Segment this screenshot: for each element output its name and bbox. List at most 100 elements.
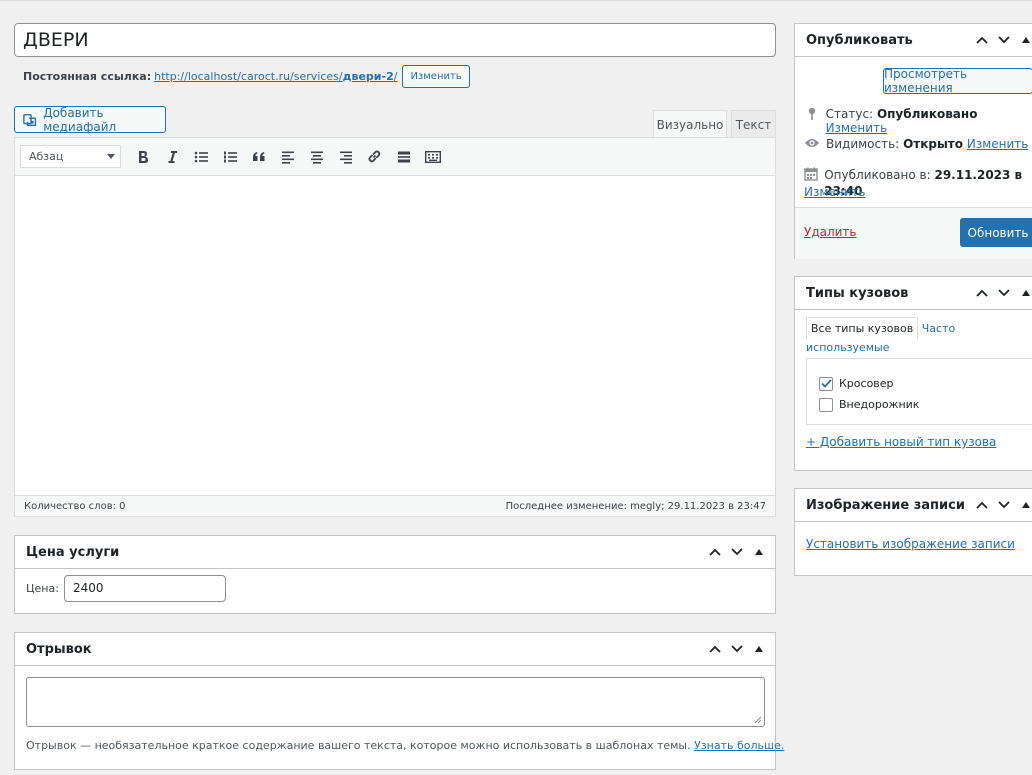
eye-icon	[804, 137, 820, 149]
permalink-slug: двери-2	[342, 69, 394, 83]
align-center-button[interactable]	[302, 144, 331, 170]
collapse-toggle-icon[interactable]	[1018, 497, 1032, 513]
excerpt-metabox-header[interactable]: Отрывок	[15, 633, 775, 666]
excerpt-textarea[interactable]	[26, 677, 765, 727]
featured-image-metabox-title: Изображение записи	[806, 497, 965, 513]
edit-visibility-link[interactable]: Изменить	[967, 137, 1029, 151]
read-more-icon	[397, 151, 410, 162]
move-up-icon[interactable]	[707, 544, 723, 560]
italic-icon	[168, 150, 177, 163]
editor-statusbar: Количество слов: 0 Последнее изменение: …	[15, 495, 775, 516]
add-media-button[interactable]: Добавить медиафайл	[14, 105, 166, 134]
update-button[interactable]: Обновить	[960, 218, 1032, 247]
excerpt-help: Отрывок — необязательное краткое содержа…	[15, 727, 784, 752]
delete-link[interactable]: Удалить	[804, 225, 857, 239]
publish-metabox-header[interactable]: Опубликовать	[795, 24, 1032, 57]
link-icon	[368, 150, 381, 163]
editor-toolbar: Абзац	[15, 138, 775, 176]
price-label: Цена:	[26, 582, 59, 595]
tab-all-body-types[interactable]: Все типы кузовов	[806, 317, 919, 339]
publish-metabox-title: Опубликовать	[806, 32, 913, 48]
bullet-list-button[interactable]	[186, 144, 215, 170]
checkbox-checked[interactable]	[819, 376, 833, 391]
publish-actions: Удалить Обновить	[795, 207, 1032, 259]
learn-more-link[interactable]: Узнать больше.	[694, 739, 784, 752]
media-icon	[23, 113, 37, 126]
italic-button[interactable]	[157, 144, 186, 170]
format-select[interactable]: Абзац	[20, 145, 121, 168]
move-up-icon[interactable]	[707, 641, 723, 657]
toolbar-toggle-icon	[424, 150, 441, 163]
align-right-icon	[339, 151, 352, 164]
post-title-input[interactable]: ДВЕРИ	[14, 23, 776, 57]
featured-image-metabox: Изображение записи Установить изображени…	[794, 488, 1032, 576]
permalink-row: Постоянная ссылка: http://localhost/caro…	[23, 64, 470, 88]
list-item-label: Внедорожник	[839, 398, 920, 411]
blockquote-button[interactable]	[244, 144, 273, 170]
align-right-button[interactable]	[331, 144, 360, 170]
move-up-icon[interactable]	[974, 497, 990, 513]
link-button[interactable]	[360, 144, 389, 170]
excerpt-metabox-title: Отрывок	[26, 641, 92, 657]
price-input[interactable]: 2400	[63, 575, 226, 602]
format-select-value: Абзац	[29, 150, 64, 163]
edit-status-link[interactable]: Изменить	[826, 121, 888, 135]
checkbox[interactable]	[819, 397, 833, 412]
excerpt-metabox: Отрывок Отрывок — необязательное краткое…	[14, 632, 784, 770]
price-metabox-header[interactable]: Цена услуги	[15, 536, 775, 569]
publish-metabox: Опубликовать Просмотреть изменения Стату…	[794, 23, 1032, 259]
bold-icon	[138, 150, 148, 163]
move-down-icon[interactable]	[996, 285, 1012, 301]
toolbar-toggle-button[interactable]	[418, 144, 447, 170]
price-metabox-title: Цена услуги	[26, 544, 120, 560]
content-editor: Абзац Количество слов: 0 Последнее измен…	[14, 137, 776, 517]
body-types-checklist: Кросовер Внедорожник	[806, 358, 1032, 425]
permalink-label: Постоянная ссылка:	[23, 69, 152, 83]
move-down-icon[interactable]	[729, 544, 745, 560]
blockquote-icon	[252, 151, 264, 161]
excerpt-help-text: Отрывок — необязательное краткое содержа…	[26, 739, 691, 752]
permalink-link[interactable]: http://localhost/caroct.ru/services/двер…	[154, 70, 397, 83]
collapse-toggle-icon[interactable]	[1018, 285, 1032, 301]
collapse-toggle-icon[interactable]	[751, 544, 767, 560]
tab-text[interactable]: Текст	[731, 110, 776, 138]
move-down-icon[interactable]	[996, 497, 1012, 513]
list-item[interactable]: Кросовер	[819, 373, 1032, 394]
word-count: Количество слов: 0	[24, 500, 126, 512]
body-types-metabox-header[interactable]: Типы кузовов	[795, 277, 1032, 310]
move-down-icon[interactable]	[729, 641, 745, 657]
body-types-metabox: Типы кузовов Все типы кузовов Часто испо…	[794, 276, 1032, 471]
preview-changes-button[interactable]: Просмотреть изменения	[883, 67, 1032, 95]
numbered-list-button[interactable]	[215, 144, 244, 170]
body-types-metabox-title: Типы кузовов	[806, 285, 909, 301]
align-left-icon	[281, 151, 294, 164]
bold-button[interactable]	[128, 144, 157, 170]
edit-date-link[interactable]: Изменить	[804, 185, 866, 199]
add-media-label: Добавить медиафайл	[43, 105, 117, 134]
calendar-icon	[804, 167, 818, 181]
price-metabox: Цена услуги Цена: 2400	[14, 535, 776, 614]
caret-down-icon	[107, 153, 115, 159]
move-up-icon[interactable]	[974, 285, 990, 301]
move-down-icon[interactable]	[996, 32, 1012, 48]
featured-image-metabox-header[interactable]: Изображение записи	[795, 489, 1032, 522]
set-featured-image-link[interactable]: Установить изображение записи	[806, 537, 1015, 551]
collapse-toggle-icon[interactable]	[1018, 32, 1032, 48]
align-left-button[interactable]	[273, 144, 302, 170]
bullet-list-icon	[194, 151, 208, 162]
content-area[interactable]	[15, 176, 775, 495]
list-item[interactable]: Внедорожник	[819, 394, 1032, 415]
add-body-type-link[interactable]: + Добавить новый тип кузова	[806, 435, 996, 449]
permalink-edit-button[interactable]: Изменить	[402, 64, 470, 88]
collapse-toggle-icon[interactable]	[751, 641, 767, 657]
status-row: Статус: Опубликовано Изменить	[804, 107, 1032, 135]
move-up-icon[interactable]	[974, 32, 990, 48]
visibility-value: Открыто	[903, 137, 964, 151]
read-more-button[interactable]	[389, 144, 418, 170]
top-divider	[0, 0, 1032, 1]
checkmark-icon	[820, 379, 832, 388]
numbered-list-icon	[223, 151, 237, 162]
taxonomy-tabs: Все типы кузовов Часто используемые	[806, 317, 1032, 356]
resize-grip-icon[interactable]	[754, 716, 762, 724]
tab-visual[interactable]: Визуально	[653, 110, 727, 138]
